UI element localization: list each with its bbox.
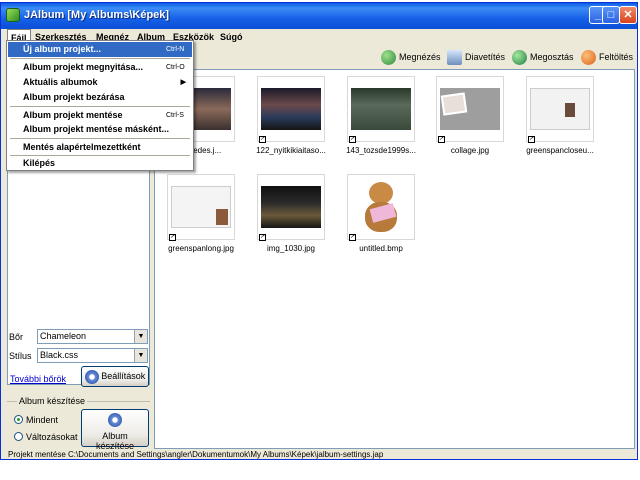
menu-item-save-as-default[interactable]: Mentés alapértelmezettként	[8, 140, 192, 155]
submenu-arrow-icon: ▶	[180, 79, 186, 86]
file-menu-dropdown: Új album projekt... Ctrl-N Album projekt…	[6, 40, 194, 171]
shortcut-icon: ↗	[349, 136, 356, 143]
menu-item-exit[interactable]: Kilépés	[8, 156, 192, 171]
thumbnail-image	[261, 88, 321, 130]
teddy-bear-image	[355, 178, 407, 236]
globe-icon	[381, 50, 396, 66]
menu-item-recent-albums[interactable]: Aktuális albumok ▶	[8, 75, 192, 90]
radio-changes-label: Változásokat	[26, 432, 78, 442]
album-build-group-title: Album készítése	[17, 396, 88, 406]
gear-icon	[84, 369, 99, 384]
thumbnail-image	[530, 88, 590, 130]
upload-button[interactable]: Feltöltés	[581, 48, 633, 66]
thumbnail-image	[440, 88, 500, 130]
shortcut-icon: ↗	[169, 234, 176, 241]
style-select[interactable]: Black.css ▼	[37, 348, 148, 363]
window-title: JAlbum [My Albums\Képek]	[24, 9, 170, 21]
shortcut-icon: ↗	[528, 136, 535, 143]
chevron-down-icon[interactable]: ▼	[134, 330, 147, 343]
radio-all[interactable]	[14, 415, 23, 424]
projector-icon	[447, 50, 462, 66]
title-bar[interactable]: JAlbum [My Albums\Képek] _ □ ✕	[1, 3, 637, 29]
share-globe-icon	[512, 50, 527, 66]
chevron-down-icon[interactable]: ▼	[134, 349, 147, 362]
skin-select[interactable]: Chameleon ▼	[37, 329, 148, 344]
menu-item-close-project[interactable]: Album projekt bezárása	[8, 90, 192, 105]
gear-icon	[108, 413, 122, 427]
thumbnail-grid: ↗ eskedes.j... ↗ 122_nyitkikiaitaso... ↗…	[154, 69, 635, 449]
shortcut-icon: ↗	[259, 136, 266, 143]
menu-separator	[10, 58, 190, 59]
maximize-button[interactable]: □	[602, 6, 620, 24]
radio-all-label: Mindent	[26, 415, 59, 425]
menu-item-new-project[interactable]: Új album projekt... Ctrl-N	[8, 42, 192, 57]
radio-changes[interactable]	[14, 432, 23, 441]
upload-globe-icon	[581, 50, 596, 66]
thumbnail-image	[261, 186, 321, 228]
slideshow-button[interactable]: Diavetítés	[447, 48, 505, 66]
menu-item-save-project[interactable]: Album projekt mentése Ctrl-S	[8, 108, 192, 123]
view-button[interactable]: Megnézés	[381, 48, 441, 66]
share-button[interactable]: Megosztás	[512, 48, 574, 66]
menu-separator	[10, 106, 190, 107]
close-button[interactable]: ✕	[619, 6, 637, 24]
status-bar: Projekt mentése C:\Documents and Setting…	[8, 450, 384, 459]
menu-item-save-project-as[interactable]: Album projekt mentése másként...	[8, 122, 192, 137]
make-album-button[interactable]: Album készítése	[81, 409, 149, 451]
shortcut-icon: ↗	[259, 234, 266, 241]
shortcut-icon: ↗	[349, 234, 356, 241]
jalbum-app-icon[interactable]	[6, 8, 20, 22]
menu-separator	[10, 138, 190, 139]
settings-button[interactable]: Beállítások	[81, 366, 149, 387]
style-label: Stílus	[9, 351, 32, 361]
thumbnail-image	[351, 88, 411, 130]
menu-help[interactable]: Súgó	[217, 29, 246, 45]
thumbnail-image	[171, 186, 231, 228]
more-skins-link[interactable]: További bőrök	[10, 374, 66, 384]
skin-label: Bőr	[9, 332, 24, 342]
shortcut-icon: ↗	[438, 136, 445, 143]
menu-item-open-project[interactable]: Album projekt megnyitása... Ctrl-O	[8, 60, 192, 75]
